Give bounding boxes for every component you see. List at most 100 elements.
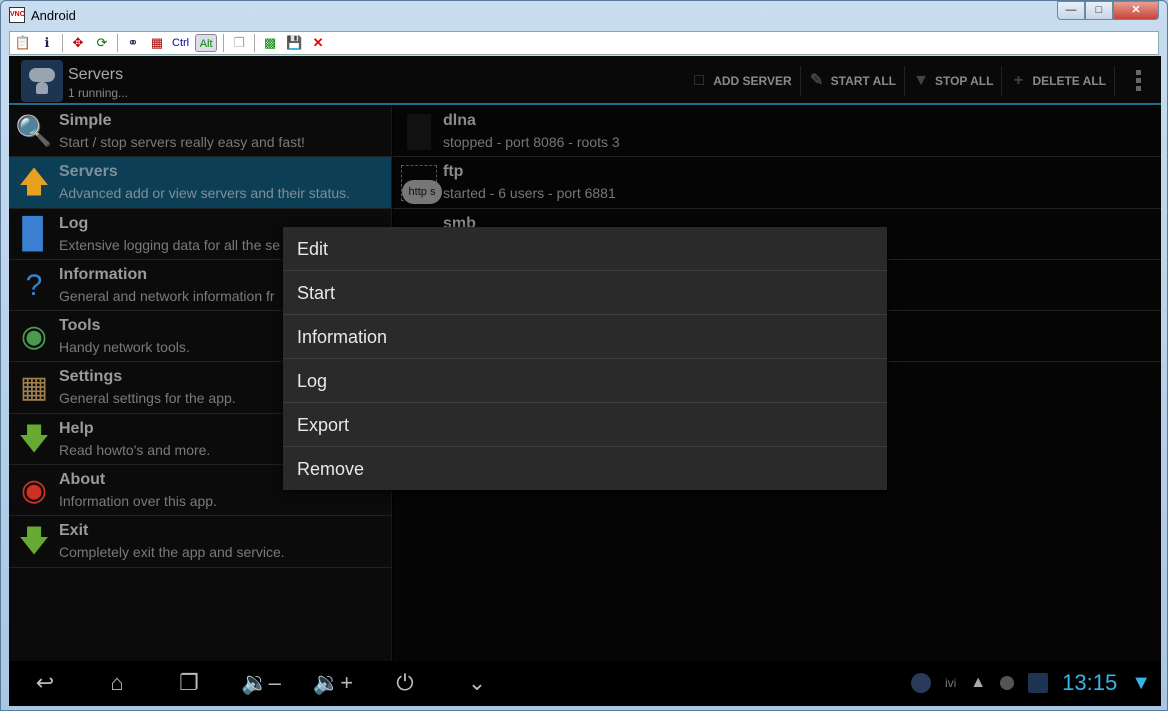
android-screen: Servers 1 running... □ ADD SERVER ✎ START … [9, 56, 1161, 706]
sidebar-item-subtitle: Extensive logging data for all the se [59, 236, 281, 253]
sidebar-item-title: Log [59, 214, 89, 232]
arrow-down-icon: 🡇 [18, 422, 50, 456]
add-server-label: ADD SERVER [713, 73, 792, 88]
sidebar-item-subtitle: General and network information fr [59, 287, 275, 304]
sidebar-item-title: Settings [59, 368, 123, 386]
sidebar-item-title: About [59, 471, 106, 489]
delete-all-button[interactable]: + DELETE ALL [1002, 65, 1115, 96]
exit-arrow-icon: 🡇 [18, 525, 50, 559]
disconnect-icon[interactable]: ✕ [309, 34, 327, 52]
app-icon[interactable] [21, 60, 63, 102]
menu-item-start[interactable]: Start [283, 271, 887, 315]
question-icon: ? [25, 268, 43, 302]
close-button[interactable]: ✕ [1113, 1, 1159, 20]
title-bar[interactable]: VNC Android — □ ✕ [1, 1, 1167, 29]
settings-icon: ▦ [19, 371, 49, 405]
about-icon: ◉ [20, 474, 48, 508]
back-icon[interactable]: ↩ [23, 667, 67, 699]
server-name: ftp [443, 163, 464, 181]
server-status: stopped - port 8086 - roots 3 [443, 134, 620, 150]
system-nav-bar: ↩ ⌂ ❐ 🔉– 🔉+ ⏻ ⌄ ivi ▲ 13:15 ▼ [9, 661, 1161, 706]
minimize-button[interactable]: — [1057, 1, 1085, 20]
info-icon[interactable]: ℹ [38, 34, 56, 52]
maximize-button[interactable]: □ [1085, 1, 1113, 20]
server-status: started - 6 users - port 6881 [443, 185, 616, 202]
volume-down-icon[interactable]: 🔉– [239, 667, 283, 699]
dlna-icon [407, 114, 431, 150]
start-menu-icon[interactable]: ▦ [148, 34, 166, 52]
stop-all-label: STOP ALL [934, 73, 994, 88]
pencil-icon: ✎ [809, 71, 824, 89]
sidebar-item-subtitle: Information over this app. [59, 493, 217, 510]
options-icon[interactable]: 📋 [14, 34, 32, 52]
sidebar-item-simple[interactable]: 🔍 Simple Start / stop servers really eas… [9, 106, 391, 158]
overflow-menu-icon[interactable] [1115, 70, 1161, 91]
copy-icon[interactable]: ❐ [230, 34, 248, 52]
sidebar-item-title: Servers [59, 163, 118, 181]
menu-item-information[interactable]: Information [283, 315, 887, 359]
power-icon[interactable]: ⏻ [383, 667, 427, 699]
alt-button[interactable]: Alt [195, 34, 218, 52]
menu-item-remove[interactable]: Remove [283, 447, 887, 491]
sidebar-item-exit[interactable]: 🡇 Exit Completely exit the app and servi… [9, 516, 391, 568]
sidebar-item-title: Help [59, 419, 94, 437]
app-notification-icon [1028, 673, 1049, 693]
clock: 13:15 [1062, 670, 1118, 695]
menu-item-edit[interactable]: Edit [283, 227, 887, 271]
penguin-icon: ▲ [970, 674, 987, 691]
vnc-logo-icon: VNC [9, 7, 25, 23]
sidebar-item-title: Tools [59, 317, 101, 335]
page-title: Servers [68, 66, 124, 83]
cloud-icon-label: http s [402, 180, 442, 205]
add-server-button[interactable]: □ ADD SERVER [683, 65, 801, 96]
fullscreen-icon[interactable]: ✥ [69, 34, 87, 52]
sidebar-item-servers[interactable]: 🡅 Servers Advanced add or view servers a… [9, 157, 391, 209]
menu-item-export[interactable]: Export [283, 403, 887, 447]
wifi-icon: ▼ [1131, 671, 1151, 694]
globe-icon: ◉ [20, 320, 48, 354]
stop-all-button[interactable]: ▼ STOP ALL [905, 65, 1003, 96]
sidebar-item-subtitle: Advanced add or view servers and their s… [59, 185, 351, 202]
sidebar-item-title: Exit [59, 522, 89, 540]
sidebar-item-subtitle: Completely exit the app and service. [59, 544, 285, 561]
server-name: dlna [443, 112, 476, 129]
divider [254, 34, 256, 52]
sidebar-item-title: Information [59, 265, 147, 283]
refresh-icon[interactable]: ⟳ [93, 34, 111, 52]
divider [62, 34, 63, 52]
dot-icon [1000, 676, 1015, 690]
volume-up-icon[interactable]: 🔉+ [311, 667, 355, 699]
sidebar-item-title: Simple [59, 112, 112, 129]
ctrl-button[interactable]: Ctrl [172, 34, 189, 52]
menu-item-log[interactable]: Log [283, 359, 887, 403]
save-icon[interactable]: 💾 [285, 34, 303, 52]
list-item[interactable]: http s ftp started - 6 users - port 6881 [393, 157, 1161, 209]
status-tray: ivi ▲ 13:15 ▼ [910, 667, 1151, 699]
action-bar: Servers 1 running... □ ADD SERVER ✎ START … [9, 56, 1161, 105]
thumb-down-icon: ▼ [913, 71, 929, 89]
context-menu: Edit Start Information Log Export Remove [283, 227, 887, 490]
status-subtitle: 1 running... [68, 86, 129, 100]
home-icon[interactable]: ⌂ [95, 667, 139, 699]
start-all-label: START ALL [830, 73, 896, 88]
ctrl-alt-del-icon[interactable]: ⚭ [124, 34, 142, 52]
recents-icon[interactable]: ❐ [167, 667, 211, 699]
window-title: Android [31, 8, 76, 23]
sidebar-item-subtitle: Handy network tools. [59, 339, 190, 356]
globe-icon [910, 673, 931, 693]
vnc-toolbar: 📋 ℹ ✥ ⟳ ⚭ ▦ Ctrl Alt ❐ ▩ 💾 ✕ [9, 31, 1159, 55]
bar-chart-icon: ▉ [22, 217, 46, 251]
sidebar-item-subtitle: Read howto's and more. [59, 441, 211, 458]
list-item[interactable]: dlna stopped - port 8086 - roots 3 [393, 106, 1161, 158]
ivi-icon: ivi [944, 676, 957, 690]
arrow-up-icon: 🡅 [18, 166, 50, 200]
collapse-icon[interactable]: ⌄ [455, 667, 499, 699]
transfer-icon[interactable]: ▩ [261, 34, 279, 52]
sidebar-item-subtitle: Start / stop servers really easy and fas… [59, 134, 305, 150]
vnc-window: VNC Android — □ ✕ 📋 ℹ ✥ ⟳ ⚭ ▦ Ctrl Alt ❐… [0, 0, 1168, 711]
cloud-icon: http s [401, 165, 442, 205]
add-server-icon: □ [694, 71, 705, 89]
delete-all-label: DELETE ALL [1032, 73, 1106, 88]
start-all-button[interactable]: ✎ START ALL [801, 65, 905, 96]
magnifier-icon: 🔍 [15, 115, 53, 148]
